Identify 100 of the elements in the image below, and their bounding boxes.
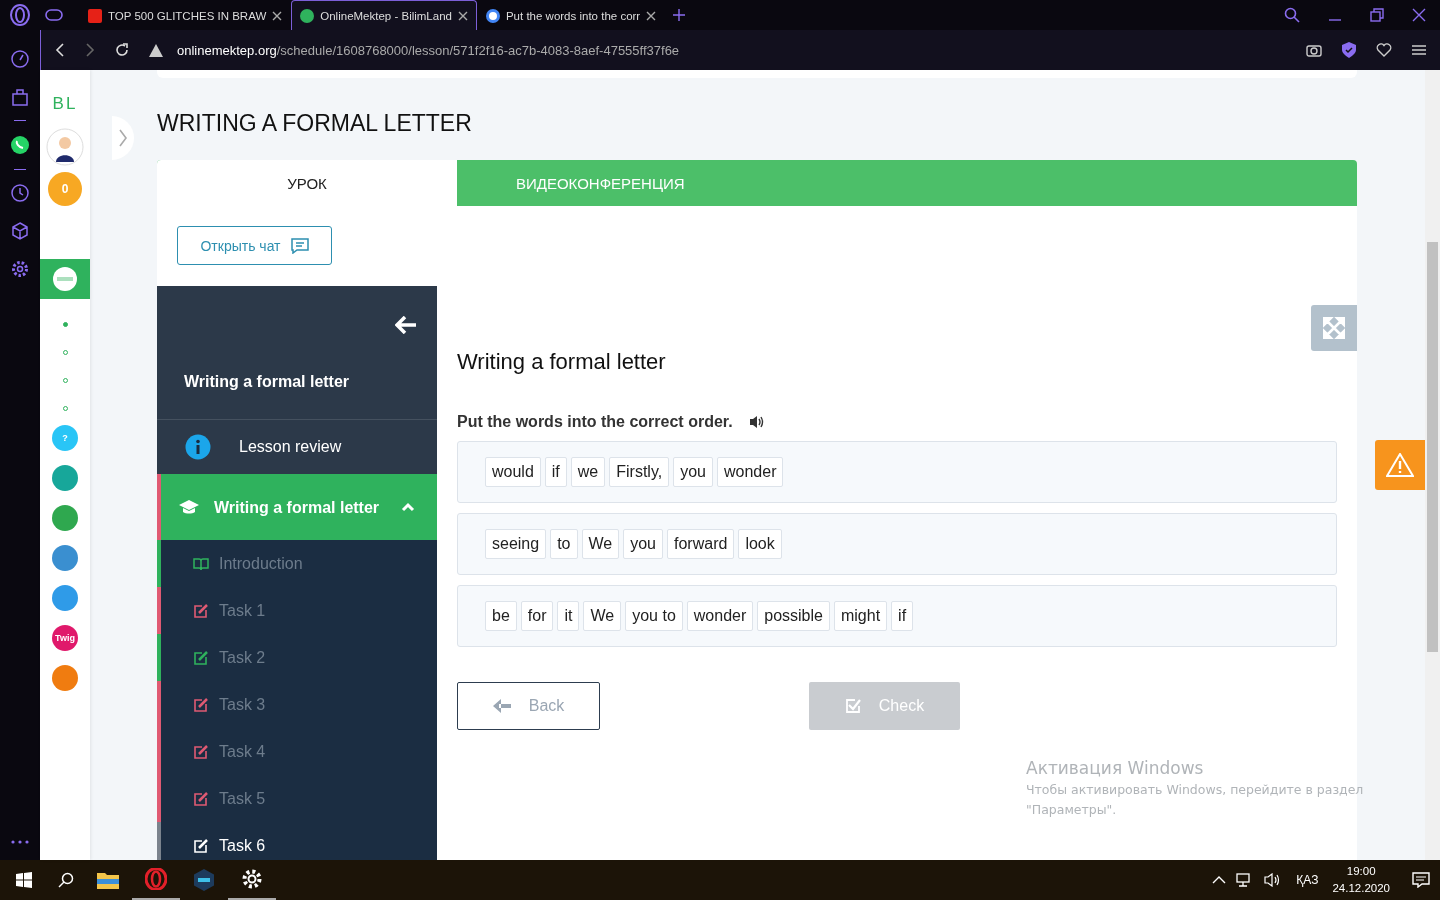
google-icon <box>485 8 500 23</box>
windows-start-icon[interactable] <box>16 872 32 888</box>
nav-item-label: Task 5 <box>219 789 266 808</box>
nav-item-label: Task 1 <box>219 601 266 620</box>
notifications-icon[interactable] <box>1412 872 1430 888</box>
open-chat-button[interactable]: Открыть чат <box>177 226 332 265</box>
book-icon <box>193 556 209 571</box>
tab-title: TOP 500 GLITCHES IN BRAW <box>108 9 267 22</box>
close-icon[interactable] <box>646 10 657 21</box>
close-icon[interactable] <box>272 10 283 21</box>
warning-icon[interactable] <box>149 43 163 57</box>
word-tile[interactable]: be <box>485 601 517 631</box>
sentence-drop-zone[interactable]: would if we Firstly, you wonder <box>457 441 1337 503</box>
back-icon[interactable] <box>55 43 65 57</box>
search-icon[interactable] <box>58 872 74 888</box>
browser-logo-icon[interactable] <box>9 4 31 26</box>
camera-icon[interactable] <box>1306 43 1322 57</box>
word-tile[interactable]: you to <box>625 601 683 631</box>
word-tile[interactable]: seeing <box>485 529 547 559</box>
word-tile[interactable]: if <box>544 457 567 487</box>
exercise-title: Writing a formal letter <box>457 349 667 375</box>
nav-item-label: Task 4 <box>219 742 266 761</box>
avatar-icon[interactable] <box>46 128 84 166</box>
settings-sliders-icon[interactable] <box>1412 44 1426 56</box>
lesson-review-item[interactable]: Lesson review <box>157 420 437 474</box>
back-arrow-icon[interactable] <box>395 316 417 334</box>
word-tile[interactable]: forward <box>667 529 735 559</box>
clock-icon[interactable] <box>11 184 29 202</box>
word-tile[interactable]: We <box>581 529 620 559</box>
word-tile[interactable]: Firstly, <box>609 457 670 487</box>
speedometer-icon[interactable] <box>11 50 29 68</box>
edit-icon <box>193 743 209 760</box>
bag-icon[interactable] <box>11 88 29 106</box>
chevron-up-icon[interactable] <box>1212 876 1227 884</box>
scrollbar-thumb[interactable] <box>1427 242 1438 652</box>
restore-icon[interactable] <box>1370 8 1384 22</box>
edit-icon <box>193 837 209 854</box>
close-icon[interactable] <box>1412 8 1426 22</box>
word-tile[interactable]: wonder <box>717 457 784 487</box>
activation-title: Активация Windows <box>1026 758 1205 778</box>
url-field[interactable]: onlinemektep.org/schedule/1608768000/lesson/571f2f16-ac7b-4083-8aef-47555ff37f6e <box>177 42 680 58</box>
section-title: Writing a formal letter <box>214 497 381 517</box>
heart-icon[interactable] <box>1376 43 1392 57</box>
word-tile[interactable]: you <box>623 529 663 559</box>
app-logo-icon[interactable] <box>52 585 78 611</box>
warning-icon <box>1386 453 1414 477</box>
close-icon[interactable] <box>457 10 468 21</box>
word-tile[interactable]: we <box>570 457 606 487</box>
nav-item-label: Task 2 <box>219 648 266 667</box>
date-text: 24.12.2020 <box>1332 881 1390 896</box>
fullscreen-icon <box>1323 317 1345 339</box>
word-tile[interactable]: look <box>738 529 782 559</box>
info-icon <box>185 434 211 460</box>
sentence-drop-zone[interactable]: seeing to We you forward look <box>457 513 1337 575</box>
forward-icon[interactable] <box>85 43 95 57</box>
app-logo-icon[interactable] <box>52 465 78 491</box>
word-tile[interactable]: if <box>891 601 914 631</box>
cube-icon[interactable] <box>11 222 29 240</box>
app-logo-icon[interactable] <box>52 545 78 571</box>
clock[interactable]: 19:00 24.12.2020 <box>1332 863 1390 897</box>
whatsapp-icon[interactable] <box>10 135 30 155</box>
instruction-text: Put the words into the correct order. <box>457 413 733 431</box>
word-tile[interactable]: for <box>520 601 554 631</box>
lesson-tab[interactable]: УРОК <box>157 160 457 206</box>
word-tile[interactable]: might <box>833 601 888 631</box>
checkbox-icon <box>844 698 861 714</box>
app-logo-icon[interactable] <box>52 665 78 691</box>
chat-icon <box>290 237 309 254</box>
language-indicator[interactable]: ҚАЗ <box>1296 873 1319 887</box>
word-tile[interactable]: possible <box>757 601 830 631</box>
page-dot[interactable] <box>62 322 68 327</box>
browser-tab[interactable]: TOP 500 GLITCHES IN BRAW <box>79 0 292 30</box>
shield-icon[interactable] <box>1342 42 1356 58</box>
lesson-title: Writing a formal letter <box>184 373 350 391</box>
nav-item-label: Task 6 <box>219 836 266 855</box>
word-tile[interactable]: to <box>550 529 578 559</box>
word-tile[interactable]: wonder <box>686 601 754 631</box>
graduation-cap-icon <box>179 499 199 515</box>
word-tile[interactable]: would <box>485 457 541 487</box>
speaker-icon[interactable] <box>748 415 765 429</box>
tab-title: OnlineMektep - BilimLand <box>320 9 452 22</box>
word-tile[interactable]: it <box>557 601 580 631</box>
online-mektep-tile[interactable] <box>40 259 90 299</box>
sentence-drop-zone[interactable]: be for it We you to wonder possible might if <box>457 585 1337 647</box>
gamepad-icon[interactable] <box>45 9 63 21</box>
new-tab-icon[interactable] <box>673 9 686 21</box>
app-logo[interactable]: Twig <box>52 625 78 651</box>
browser-tab[interactable]: OnlineMektep - BilimLand <box>291 0 477 30</box>
more-icon[interactable] <box>11 840 29 844</box>
browser-tab[interactable]: Put the words into the corr <box>476 0 666 30</box>
word-tile[interactable]: We <box>583 601 622 631</box>
time-text: 19:00 <box>1346 864 1376 879</box>
edit-icon <box>193 696 209 713</box>
page-title: WRITING A FORMAL LETTER <box>157 110 473 138</box>
app-logo-icon[interactable] <box>52 505 78 531</box>
activation-text: Чтобы активировать Windows, перейдите в раздел "Параметры". <box>1026 781 1365 819</box>
edit-icon <box>193 602 209 619</box>
reload-icon[interactable] <box>115 43 129 57</box>
word-tile[interactable]: you <box>673 457 713 487</box>
settings-icon[interactable] <box>11 260 29 278</box>
